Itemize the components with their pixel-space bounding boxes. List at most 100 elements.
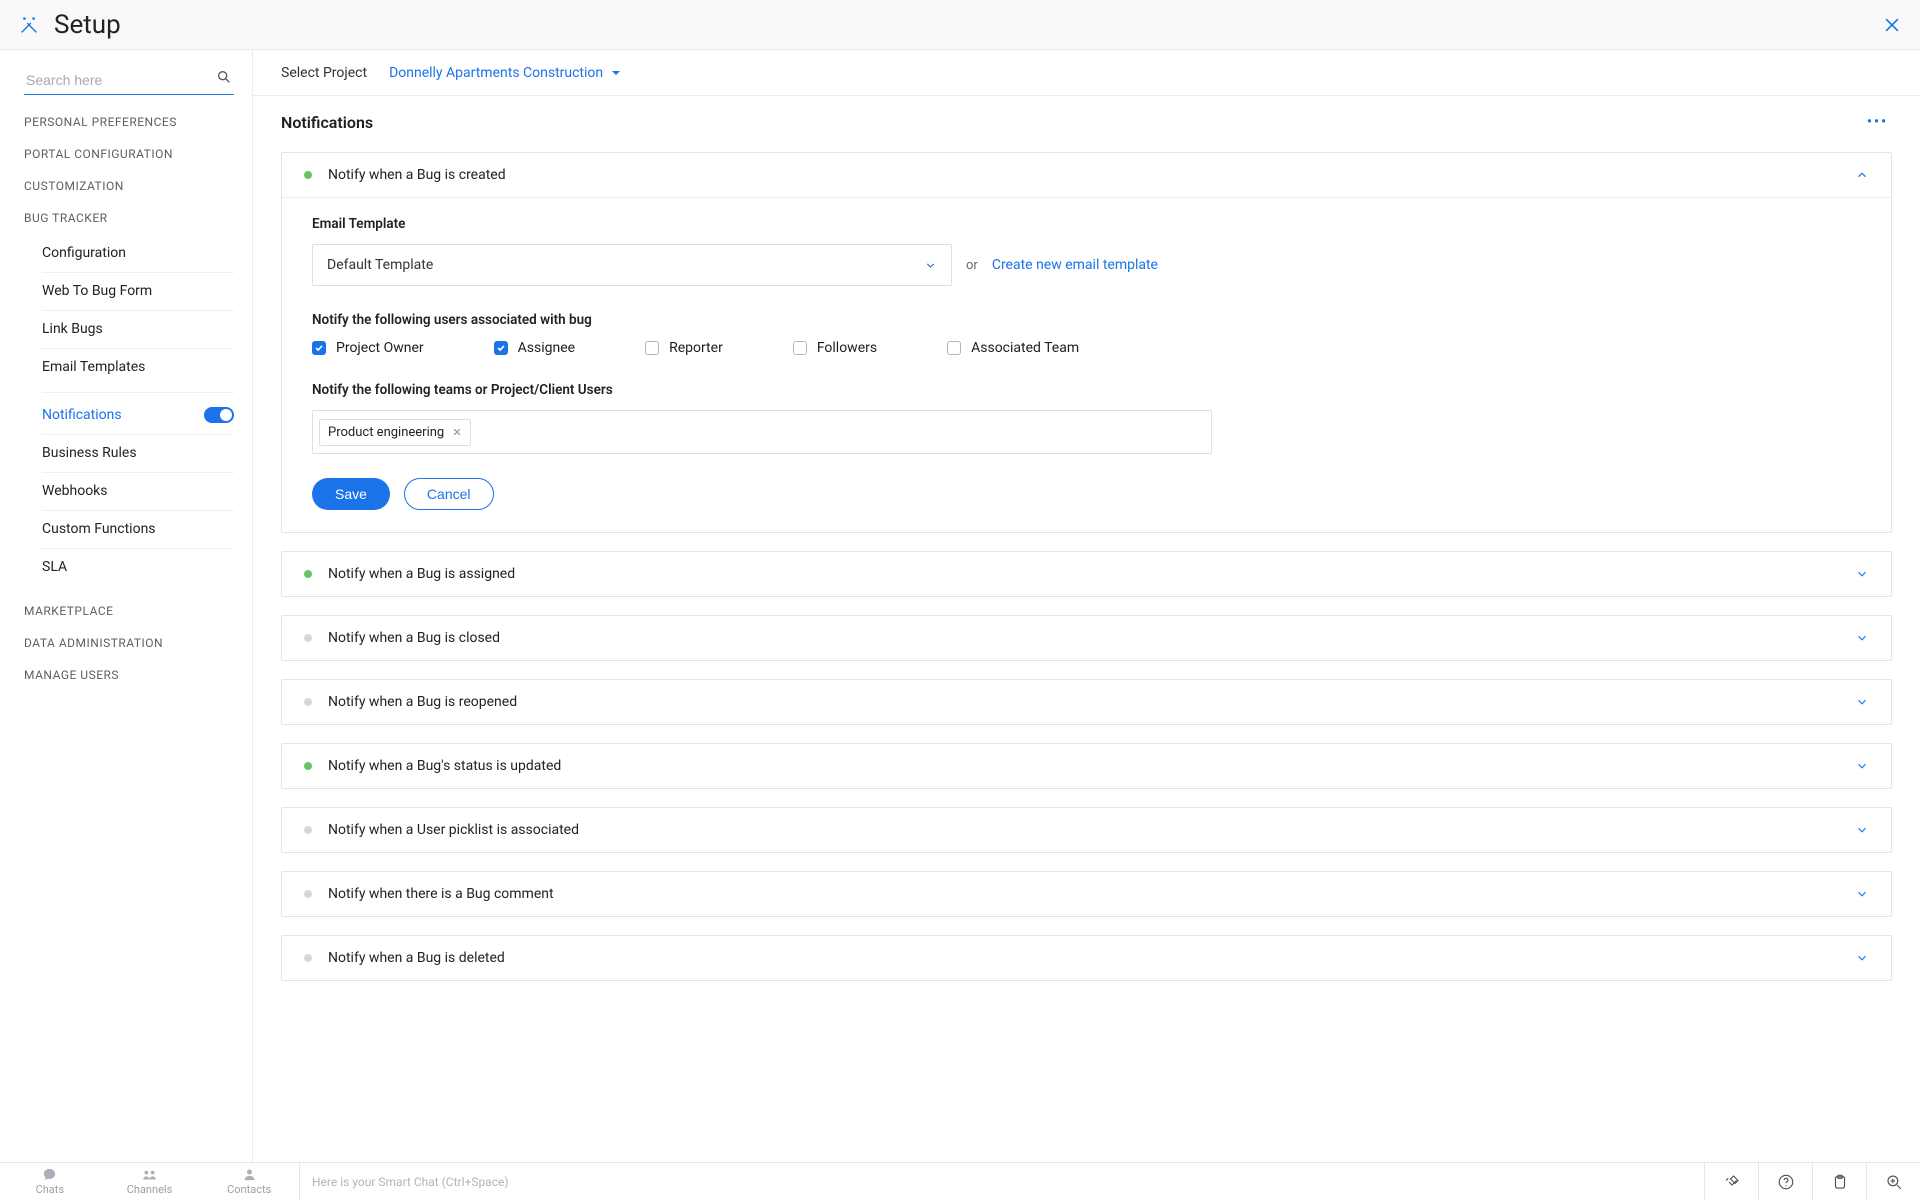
clipboard-icon[interactable]: [1812, 1163, 1866, 1200]
checkbox-followers-label: Followers: [817, 340, 877, 356]
teams-chip-input[interactable]: Product engineering: [312, 410, 1212, 454]
checkbox-reporter[interactable]: Reporter: [645, 340, 723, 356]
rule-title: Notify when a Bug is closed: [328, 630, 500, 646]
smart-chat-hint[interactable]: Here is your Smart Chat (Ctrl+Space): [300, 1175, 1704, 1189]
create-email-template-link[interactable]: Create new email template: [992, 257, 1158, 273]
chevron-down-icon: [1855, 567, 1869, 581]
chevron-down-icon: [1855, 823, 1869, 837]
rule-card-head[interactable]: Notify when a Bug is deleted: [282, 936, 1891, 980]
rule-card-head[interactable]: Notify when a Bug is assigned: [282, 552, 1891, 596]
close-icon[interactable]: [1882, 15, 1902, 35]
chat-icon: [42, 1167, 57, 1182]
checkbox-assignee[interactable]: Assignee: [494, 340, 575, 356]
chip-remove-icon[interactable]: [452, 427, 462, 437]
project-selector-label: Select Project: [281, 65, 367, 81]
sidebar-cat-data-administration[interactable]: DATA ADMINISTRATION: [24, 636, 234, 650]
sidebar-item-business-rules[interactable]: Business Rules: [42, 434, 234, 472]
save-button[interactable]: Save: [312, 478, 390, 510]
setup-sidebar: PERSONAL PREFERENCES PORTAL CONFIGURATIO…: [0, 50, 252, 1162]
email-template-label: Email Template: [312, 216, 1861, 232]
zoom-icon[interactable]: [1866, 1163, 1920, 1200]
rule-card-head[interactable]: Notify when a User picklist is associate…: [282, 808, 1891, 852]
sidebar-item-webhooks[interactable]: Webhooks: [42, 472, 234, 510]
caret-down-icon: [611, 68, 621, 78]
cancel-button[interactable]: Cancel: [404, 478, 494, 510]
chevron-down-icon: [1855, 695, 1869, 709]
contacts-icon: [242, 1167, 257, 1182]
sidebar-cat-manage-users[interactable]: MANAGE USERS: [24, 668, 234, 682]
checkbox-associated-team[interactable]: Associated Team: [947, 340, 1079, 356]
page-title: Notifications: [281, 113, 373, 132]
or-text: or: [966, 258, 978, 273]
chip-product-engineering: Product engineering: [319, 419, 471, 446]
page-header-title: Setup: [54, 10, 121, 40]
status-dot: [304, 826, 312, 834]
sidebar-item-custom-functions[interactable]: Custom Functions: [42, 510, 234, 548]
sidebar-cat-portal[interactable]: PORTAL CONFIGURATION: [24, 147, 234, 161]
sidebar-cat-marketplace[interactable]: MARKETPLACE: [24, 604, 234, 618]
sidebar-item-notifications-label: Notifications: [42, 407, 122, 423]
help-icon[interactable]: [1758, 1163, 1812, 1200]
search-input[interactable]: [24, 66, 234, 95]
project-selector-value: Donnelly Apartments Construction: [389, 65, 603, 81]
bottom-tab-channels[interactable]: Channels: [100, 1163, 200, 1200]
status-dot: [304, 954, 312, 962]
project-selector[interactable]: Donnelly Apartments Construction: [389, 65, 621, 81]
rule-card: Notify when a Bug is assigned: [281, 551, 1892, 597]
chevron-down-icon: [1855, 631, 1869, 645]
sidebar-item-sla[interactable]: SLA: [42, 548, 234, 586]
status-dot: [304, 570, 312, 578]
rule-title: Notify when a Bug's status is updated: [328, 758, 561, 774]
sidebar-cat-customization[interactable]: CUSTOMIZATION: [24, 179, 234, 193]
rule-card-bug-created: Notify when a Bug is created Email Templ…: [281, 152, 1892, 533]
sidebar-item-notifications[interactable]: Notifications: [42, 392, 234, 434]
bottom-tab-chats-label: Chats: [36, 1183, 64, 1196]
status-dot: [304, 634, 312, 642]
rule-card-head[interactable]: Notify when a Bug is closed: [282, 616, 1891, 660]
channels-icon: [142, 1167, 157, 1182]
bottom-tab-chats[interactable]: Chats: [0, 1163, 100, 1200]
email-template-select[interactable]: Default Template: [312, 244, 952, 286]
bottom-bar: Chats Channels Contacts Here is your Sma…: [0, 1162, 1920, 1200]
chip-label: Product engineering: [328, 425, 444, 440]
checkbox-followers[interactable]: Followers: [793, 340, 877, 356]
bottom-tab-channels-label: Channels: [127, 1183, 173, 1196]
sidebar-item-email-templates[interactable]: Email Templates: [42, 348, 234, 386]
checkbox-associated-team-label: Associated Team: [971, 340, 1079, 356]
content: Select Project Donnelly Apartments Const…: [252, 50, 1920, 1162]
sidebar-item-link-bugs[interactable]: Link Bugs: [42, 310, 234, 348]
search-icon[interactable]: [216, 69, 232, 85]
rule-card-head[interactable]: Notify when a Bug is created: [282, 153, 1891, 197]
sidebar-cat-personal[interactable]: PERSONAL PREFERENCES: [24, 115, 234, 129]
rule-title: Notify when a User picklist is associate…: [328, 822, 579, 838]
plug-icon[interactable]: [1704, 1163, 1758, 1200]
chevron-down-icon: [924, 259, 937, 272]
chevron-down-icon: [1855, 759, 1869, 773]
checkbox-reporter-label: Reporter: [669, 340, 723, 356]
sidebar-item-configuration[interactable]: Configuration: [42, 235, 234, 272]
topbar: Setup: [0, 0, 1920, 50]
bottom-tab-contacts-label: Contacts: [227, 1183, 271, 1196]
rule-card-head[interactable]: Notify when there is a Bug comment: [282, 872, 1891, 916]
rule-title: Notify when a Bug is created: [328, 167, 506, 183]
rule-card-head[interactable]: Notify when a Bug's status is updated: [282, 744, 1891, 788]
sidebar-cat-bug-tracker[interactable]: BUG TRACKER: [24, 211, 234, 225]
status-dot: [304, 762, 312, 770]
rule-card: Notify when a Bug's status is updated: [281, 743, 1892, 789]
rule-card-head[interactable]: Notify when a Bug is reopened: [282, 680, 1891, 724]
more-menu-icon[interactable]: •••: [1863, 110, 1892, 134]
status-dot: [304, 698, 312, 706]
checkbox-project-owner[interactable]: Project Owner: [312, 340, 424, 356]
rule-title: Notify when there is a Bug comment: [328, 886, 554, 902]
notify-users-label: Notify the following users associated wi…: [312, 312, 1861, 328]
rule-title: Notify when a Bug is reopened: [328, 694, 517, 710]
rule-title: Notify when a Bug is assigned: [328, 566, 515, 582]
chevron-down-icon: [1855, 951, 1869, 965]
email-template-value: Default Template: [327, 257, 433, 273]
bottom-tab-contacts[interactable]: Contacts: [199, 1163, 299, 1200]
sidebar-item-web-to-bug-form[interactable]: Web To Bug Form: [42, 272, 234, 310]
project-selector-bar: Select Project Donnelly Apartments Const…: [253, 50, 1920, 96]
rule-card: Notify when there is a Bug comment: [281, 871, 1892, 917]
notifications-toggle[interactable]: [204, 407, 234, 423]
chevron-down-icon: [1855, 887, 1869, 901]
